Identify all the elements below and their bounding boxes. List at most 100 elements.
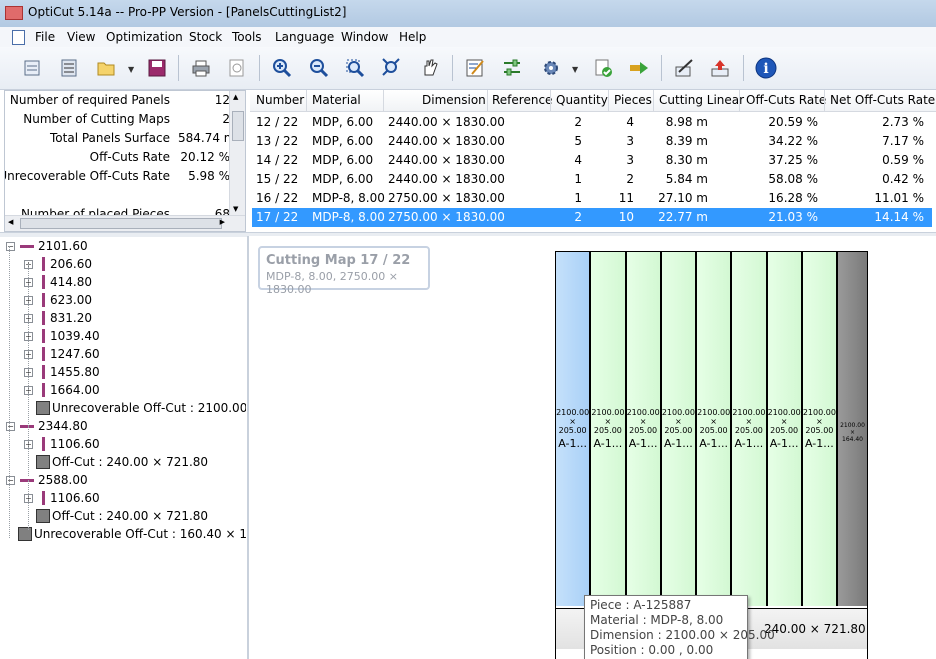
column-header-pieces[interactable]: Pieces	[614, 93, 652, 107]
cut-piece[interactable]: 2100.00 × 205.00 A-1...	[802, 252, 838, 606]
print-icon[interactable]	[187, 54, 215, 82]
validate-icon[interactable]	[589, 54, 617, 82]
toolbar: ▼ ▼ i	[0, 47, 936, 90]
upload-icon[interactable]	[706, 54, 734, 82]
column-header-dimension[interactable]: Dimension	[422, 93, 486, 107]
info-icon[interactable]: i	[752, 54, 780, 82]
piece-dim2: 205.00	[699, 426, 728, 435]
tree-node[interactable]: +1455.80	[4, 364, 246, 382]
collapse-icon[interactable]: −	[6, 476, 15, 485]
table-row[interactable]: 15 / 22 MDP, 6.00 2440.00 × 1830.00 1 2 5.84 …	[252, 170, 932, 189]
tree-node[interactable]: − 2101.60	[4, 238, 246, 256]
piece-dim1: 2100.00	[767, 408, 801, 417]
menu-language[interactable]: Language	[275, 30, 334, 44]
print-preview-icon[interactable]	[223, 54, 251, 82]
table-cell: 3	[626, 153, 634, 167]
list-icon[interactable]	[55, 54, 83, 82]
tree-node[interactable]: +623.00	[4, 292, 246, 310]
tree-node[interactable]: +1106.60	[4, 490, 246, 508]
scroll-down-icon[interactable]: ▼	[233, 205, 238, 213]
menu-optimization[interactable]: Optimization	[106, 30, 183, 44]
table-row[interactable]: 13 / 22 MDP, 6.00 2440.00 × 1830.00 5 3 8.39 …	[252, 132, 932, 151]
pan-hand-icon[interactable]	[416, 54, 444, 82]
tree-node[interactable]: +1039.40	[4, 328, 246, 346]
tree-node[interactable]: +1664.00	[4, 382, 246, 400]
zoom-out-icon[interactable]	[305, 54, 333, 82]
stat-label: Number of required Panels	[9, 93, 170, 107]
column-header-reference[interactable]: Reference	[492, 93, 552, 107]
piece-dimension: 2100.00 × 205.00	[627, 408, 660, 435]
table-row[interactable]: 14 / 22 MDP, 6.00 2440.00 × 1830.00 4 3 8.30 …	[252, 151, 932, 170]
menu-file[interactable]: File	[35, 30, 55, 44]
cut-piece[interactable]: 2100.00 × 205.00 A-1...	[556, 252, 592, 606]
scroll-up-icon[interactable]: ▲	[233, 93, 238, 101]
column-header-net-off-cuts-rate[interactable]: Net Off-Cuts Rate	[830, 93, 935, 107]
column-header-cutting-linear[interactable]: Cutting Linear	[659, 93, 744, 107]
tree-node[interactable]: +206.60	[4, 256, 246, 274]
column-header-number[interactable]: Number	[256, 93, 304, 107]
scroll-right-icon[interactable]: ▶	[220, 218, 225, 226]
cut-piece[interactable]: 2100.00 × 205.00 A-1...	[626, 252, 662, 606]
tree-node-label: 1455.80	[50, 365, 100, 379]
table-cell: 16.28 %	[768, 191, 818, 205]
menu-window[interactable]: Window	[341, 30, 388, 44]
new-icon[interactable]	[18, 54, 46, 82]
collapse-icon[interactable]: −	[6, 422, 15, 431]
open-folder-icon[interactable]	[92, 54, 120, 82]
stats-vertical-scrollbar[interactable]: ▲ ▼	[229, 91, 245, 215]
stats-horizontal-scrollbar[interactable]: ◀ ▶	[5, 215, 245, 231]
tree-node[interactable]: +414.80	[4, 274, 246, 292]
parameters-icon[interactable]	[498, 54, 526, 82]
stat-value: 20.12 %	[180, 150, 230, 164]
vertical-cut-icon	[42, 329, 45, 343]
scrollbar-thumb[interactable]	[232, 111, 244, 141]
tree-node[interactable]: Off-Cut : 240.00 × 721.80	[4, 508, 246, 526]
piece-name: A-1...	[628, 437, 658, 450]
table-cell: 8.30 m	[665, 153, 708, 167]
tree-node[interactable]: +1247.60	[4, 346, 246, 364]
zoom-fit-icon[interactable]	[378, 54, 406, 82]
tree-node[interactable]: +1106.60	[4, 436, 246, 454]
table-cell: 7.17 %	[882, 134, 924, 148]
zoom-window-icon[interactable]	[341, 54, 369, 82]
unrecoverable-offcut[interactable]: 2100.00 × 164.40	[838, 252, 867, 606]
svg-text:i: i	[763, 61, 768, 77]
gear-icon[interactable]	[537, 54, 565, 82]
scroll-left-icon[interactable]: ◀	[8, 218, 13, 226]
tree-node[interactable]: Unrecoverable Off-Cut : 160.40 × 183	[4, 526, 246, 544]
cut-piece[interactable]: 2100.00 × 205.00 A-1...	[661, 252, 697, 606]
scrollbar-thumb[interactable]	[20, 218, 222, 229]
tree-node[interactable]: − 2344.80	[4, 418, 246, 436]
export-arrow-icon[interactable]	[625, 54, 653, 82]
collapse-icon[interactable]: −	[6, 242, 15, 251]
labels-icon[interactable]	[670, 54, 698, 82]
tree-node[interactable]: − 2588.00	[4, 472, 246, 490]
gear-dropdown-icon[interactable]: ▼	[572, 65, 578, 74]
menu-stock[interactable]: Stock	[189, 30, 222, 44]
tree-node[interactable]: +831.20	[4, 310, 246, 328]
cut-piece[interactable]: 2100.00 × 205.00 A-1...	[732, 252, 768, 606]
table-row[interactable]: 17 / 22 MDP-8, 8.00 2750.00 × 1830.00 2 10 22…	[252, 208, 932, 227]
column-header-off-cuts-rate[interactable]: Off-Cuts Rate	[746, 93, 826, 107]
column-header-quantity[interactable]: Quantity	[556, 93, 608, 107]
cut-piece[interactable]: 2100.00 × 205.00 A-1...	[767, 252, 803, 606]
zoom-in-icon[interactable]	[268, 54, 296, 82]
tree-node-label: Off-Cut : 240.00 × 721.80	[52, 509, 209, 523]
table-row[interactable]: 12 / 22 MDP, 6.00 2440.00 × 1830.00 2 4 8.98 …	[252, 113, 932, 132]
table-row[interactable]: 16 / 22 MDP-8, 8.00 2750.00 × 1830.00 1 11 27…	[252, 189, 932, 208]
menu-tools[interactable]: Tools	[232, 30, 262, 44]
save-icon[interactable]	[143, 54, 171, 82]
stat-value: 5.98 %	[188, 169, 230, 183]
document-icon[interactable]	[12, 30, 25, 45]
edit-icon[interactable]	[461, 54, 489, 82]
cut-piece[interactable]: 2100.00 × 205.00 A-1...	[697, 252, 733, 606]
column-header-material[interactable]: Material	[312, 93, 361, 107]
menu-help[interactable]: Help	[399, 30, 426, 44]
cut-piece[interactable]: 2100.00 × 205.00 A-1...	[591, 252, 627, 606]
tree-node[interactable]: Off-Cut : 240.00 × 721.80	[4, 454, 246, 472]
open-dropdown-icon[interactable]: ▼	[128, 65, 134, 74]
tree-node[interactable]: Unrecoverable Off-Cut : 2100.00 ×	[4, 400, 246, 418]
table-cell: 58.08 %	[768, 172, 818, 186]
piece-x: ×	[816, 417, 823, 426]
menu-view[interactable]: View	[67, 30, 95, 44]
